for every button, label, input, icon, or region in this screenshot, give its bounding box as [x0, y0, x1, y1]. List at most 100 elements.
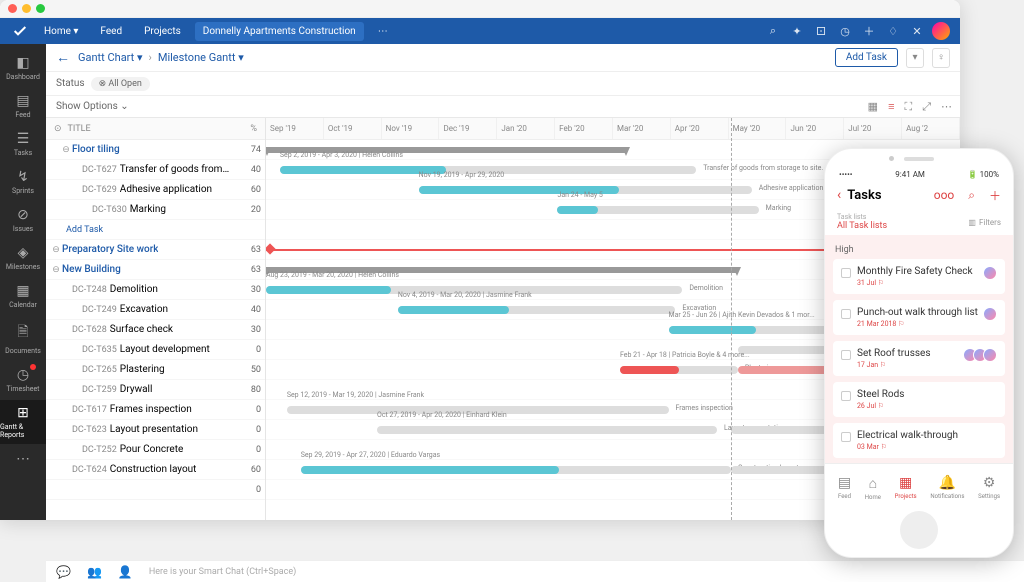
phone-checkbox[interactable]	[841, 350, 851, 360]
expander-icon[interactable]: ⊖	[50, 265, 62, 275]
sidebar-item-gantt-reports[interactable]: ⊞Gantt & Reports	[0, 400, 46, 444]
phone-task-list[interactable]: High Monthly Fire Safety Check31 Jul ⚐Pu…	[825, 235, 1013, 463]
phone-home-button[interactable]	[900, 511, 938, 549]
nav-more[interactable]: ⋯	[370, 22, 396, 41]
sidebar-item-sprints[interactable]: ↯Sprints	[0, 164, 46, 200]
sparkle-icon[interactable]: ✦	[788, 22, 806, 40]
app-logo-icon[interactable]	[10, 21, 30, 41]
phone-avatars[interactable]	[987, 266, 997, 280]
sidebar-icon: ◈	[18, 245, 29, 261]
gamepad-icon[interactable]: ⚀	[812, 22, 830, 40]
sidebar-item-feed[interactable]: ▤Feed	[0, 88, 46, 124]
phone-avatars[interactable]	[987, 307, 997, 321]
task-row[interactable]: DC-T249Excavation40	[46, 300, 265, 320]
sidebar-item-dashboard[interactable]: ◧Dashboard	[0, 50, 46, 86]
expand-all-icon[interactable]: ⊙	[54, 124, 62, 134]
show-options-toggle[interactable]: Show Options ⌄	[56, 101, 129, 112]
sidebar-item-issues[interactable]: ⊘Issues	[0, 202, 46, 238]
status-pill[interactable]: ⊗ All Open	[91, 77, 150, 91]
phone-task-card[interactable]: Punch-out walk through list21 Mar 2018 ⚐	[833, 300, 1005, 335]
crumb-milestone-gantt[interactable]: Milestone Gantt ▾	[158, 51, 244, 64]
task-row[interactable]: DC-T265Plastering50	[46, 360, 265, 380]
calendar-icon[interactable]: ▦	[868, 100, 878, 113]
phone-tab-home[interactable]: ⌂Home	[865, 475, 881, 501]
sidebar-icon: ◧	[16, 55, 29, 71]
search-icon[interactable]: ⌕	[764, 22, 782, 40]
user-avatar[interactable]	[932, 22, 950, 40]
task-row[interactable]: DC-T630Marking20	[46, 200, 265, 220]
task-row[interactable]: DC-T259Drywall80	[46, 380, 265, 400]
maximize-dot[interactable]	[36, 4, 45, 13]
plus-icon[interactable]: ＋	[860, 22, 878, 40]
phone-add-icon[interactable]: ＋	[989, 187, 1001, 204]
expand-icon[interactable]: ⛶	[904, 100, 912, 114]
task-row[interactable]: DC-T629Adhesive application60	[46, 180, 265, 200]
phone-avatars[interactable]	[967, 348, 997, 362]
fullscreen-icon[interactable]: ⤢	[922, 100, 931, 114]
phone-checkbox[interactable]	[841, 391, 851, 401]
task-row[interactable]: DC-T617Frames inspection0	[46, 400, 265, 420]
phone-task-card[interactable]: Electrical walk-through03 Mar ⚐	[833, 423, 1005, 458]
phone-checkbox[interactable]	[841, 432, 851, 442]
phone-search-icon[interactable]: ⌕	[968, 188, 975, 203]
phone-tab-settings[interactable]: ⚙Settings	[978, 475, 1000, 500]
add-task-dropdown[interactable]: ▾	[906, 48, 924, 68]
sidebar-item-timesheet[interactable]: ◷Timesheet	[0, 362, 46, 398]
task-row[interactable]: DC-T623Layout presentation0	[46, 420, 265, 440]
crumb-gantt-chart[interactable]: Gantt Chart ▾	[78, 51, 143, 64]
task-row[interactable]: DC-T628Surface check30	[46, 320, 265, 340]
bell-icon[interactable]: ♢	[884, 22, 902, 40]
phone-more-icon[interactable]: ooo	[934, 188, 955, 202]
gantt-area: ⊙ TITLE % ⊖Floor tiling74DC-T627Transfer…	[46, 118, 960, 520]
top-nav: Home ▾ Feed Projects Donnelly Apartments…	[0, 18, 960, 44]
task-row[interactable]: DC-T635Layout development0	[46, 340, 265, 360]
phone-task-card[interactable]: Monthly Fire Safety Check31 Jul ⚐	[833, 259, 1005, 294]
nav-project-breadcrumb[interactable]: Donnelly Apartments Construction	[195, 22, 364, 41]
task-row[interactable]: DC-T624Construction layout60	[46, 460, 265, 480]
task-row[interactable]: DC-T627Transfer of goods from s...40	[46, 160, 265, 180]
phone-tab-feed[interactable]: ▤Feed	[838, 475, 851, 500]
phone-tab-projects[interactable]: ▦Projects	[895, 475, 917, 500]
back-arrow-icon[interactable]: ←	[56, 49, 70, 66]
filter-button[interactable]: ♀	[932, 48, 950, 68]
sidebar-icon: ⊞	[17, 405, 29, 421]
task-row[interactable]: ⊖Floor tiling74	[46, 140, 265, 160]
close-dot[interactable]	[8, 4, 17, 13]
more-icon[interactable]: ⋯	[941, 100, 952, 113]
tools-icon[interactable]: ✕	[908, 22, 926, 40]
sidebar-icon: ▤	[16, 93, 29, 109]
add-task-link[interactable]: Add Task	[46, 220, 265, 240]
task-row[interactable]: DC-T252Pour Concrete0	[46, 440, 265, 460]
phone-tasklist-selector[interactable]: All Task lists	[837, 221, 887, 231]
timeline-month: Apr '20	[671, 118, 729, 139]
phone-back-icon[interactable]: ‹	[837, 187, 841, 203]
timeline-month: Feb '20	[555, 118, 613, 139]
nav-projects[interactable]: Projects	[136, 22, 189, 41]
phone-checkbox[interactable]	[841, 268, 851, 278]
nav-feed[interactable]: Feed	[92, 22, 130, 41]
expander-icon[interactable]: ⊖	[50, 245, 62, 255]
phone-filters-button[interactable]: ▥ Filters	[968, 218, 1001, 227]
task-row[interactable]: ⊖Preparatory Site work63	[46, 240, 265, 260]
badge-dot	[30, 364, 36, 370]
sidebar-item-calendar[interactable]: ▦Calendar	[0, 278, 46, 314]
sidebar-item-milestones[interactable]: ◈Milestones	[0, 240, 46, 276]
nav-home[interactable]: Home ▾	[36, 22, 86, 41]
sidebar-item-documents[interactable]: 🗎Documents	[0, 316, 46, 360]
expander-icon[interactable]: ⊖	[60, 145, 72, 155]
phone-task-card[interactable]: Set Roof trusses17 Jan ⚐	[833, 341, 1005, 376]
task-row[interactable]: 0	[46, 480, 265, 500]
phone-checkbox[interactable]	[841, 309, 851, 319]
clock-icon[interactable]: ◷	[836, 22, 854, 40]
left-sidebar: ◧Dashboard▤Feed☰Tasks↯Sprints⊘Issues◈Mil…	[0, 44, 46, 520]
list-view-icon[interactable]: ≡	[888, 100, 894, 113]
minimize-dot[interactable]	[22, 4, 31, 13]
add-task-button[interactable]: Add Task	[835, 48, 898, 67]
task-row[interactable]: ⊖New Building63	[46, 260, 265, 280]
phone-tab-notifications[interactable]: 🔔Notifications	[930, 475, 964, 500]
sidebar-item-tasks[interactable]: ☰Tasks	[0, 126, 46, 162]
window-titlebar	[0, 0, 960, 18]
task-row[interactable]: DC-T248Demolition30	[46, 280, 265, 300]
phone-task-card[interactable]: Steel Rods26 Jul ⚐	[833, 382, 1005, 417]
sidebar-item-more[interactable]: ⋯	[0, 446, 46, 474]
